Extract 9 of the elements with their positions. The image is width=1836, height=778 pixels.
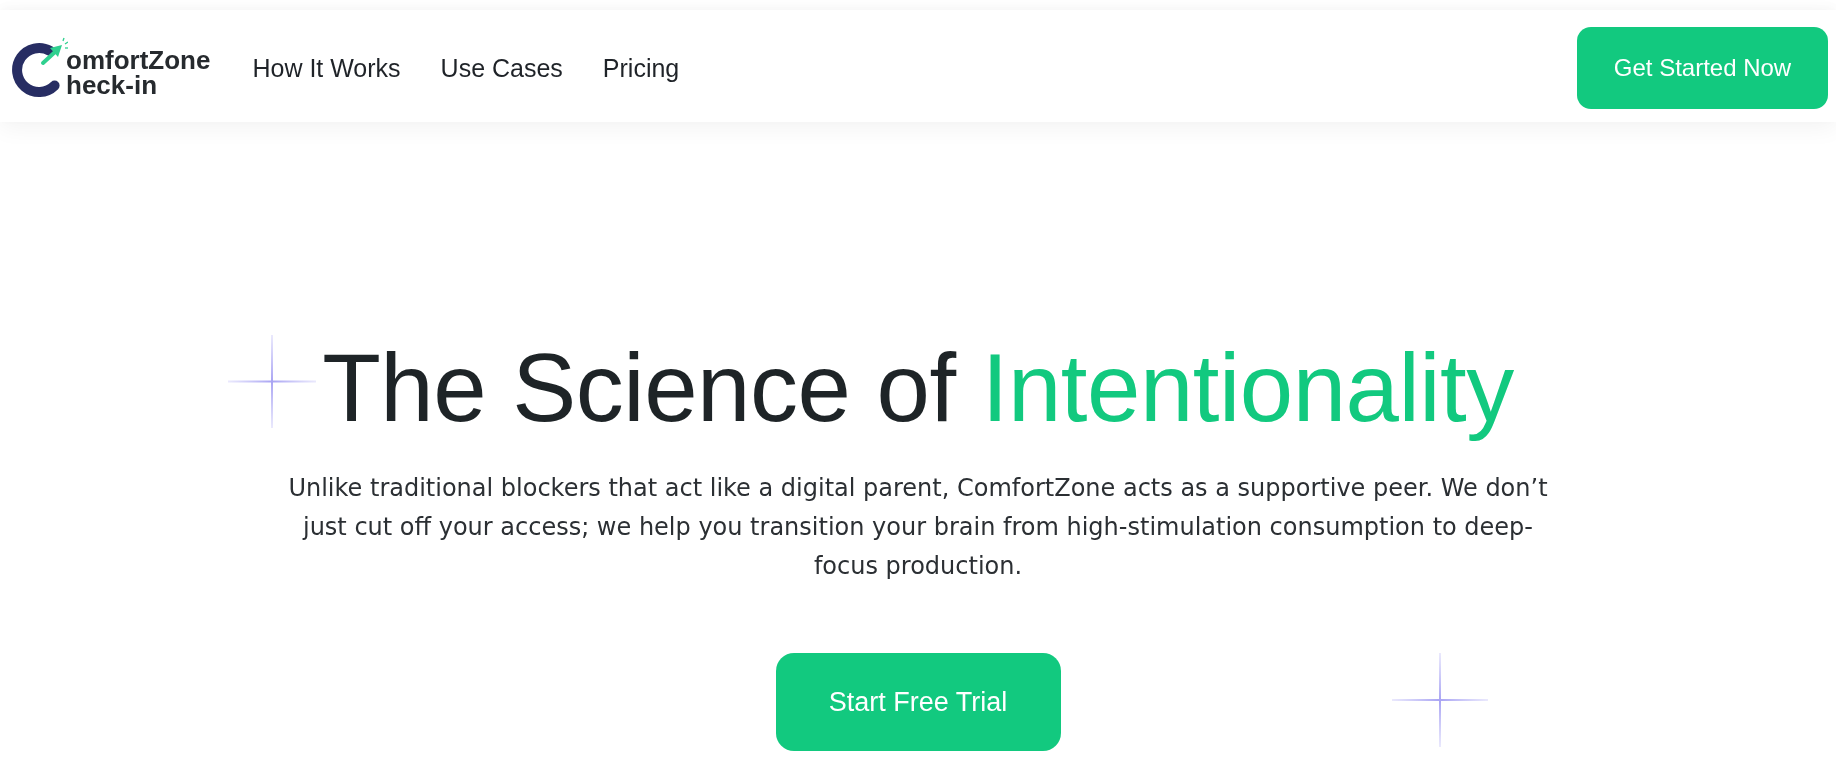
logo-text: omfortZone — [66, 48, 211, 73]
logo-text: heck-in — [66, 73, 159, 98]
plus-icon — [1392, 653, 1488, 747]
hero-description: Unlike traditional blockers that act like a digital parent, ComfortZone acts as a supportive peer. We don’t just cut off your access; we help you transition your brain from high-stimulation consumption to deep-focus production. — [287, 473, 1549, 582]
nav-link[interactable]: Pricing — [602, 53, 680, 83]
nav-link[interactable]: Use Cases — [440, 53, 563, 83]
nav-link[interactable]: How It Works — [252, 53, 401, 83]
plus-icon — [228, 335, 316, 428]
hero-heading: The Science of Intentionality — [322, 334, 1514, 442]
